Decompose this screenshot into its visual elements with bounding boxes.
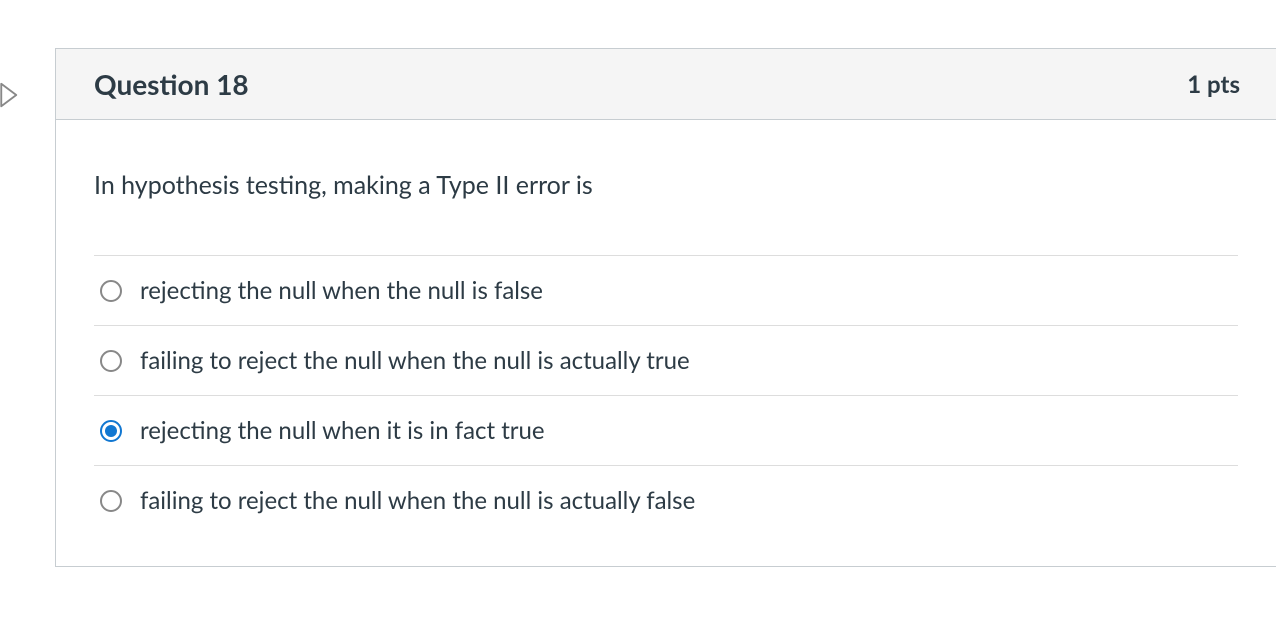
answer-option-3[interactable]: rejecting the null when it is in fact tr… <box>94 395 1238 465</box>
question-header: Question 18 1 pts <box>56 49 1276 120</box>
answer-text: failing to reject the null when the null… <box>140 346 690 375</box>
answer-option-1[interactable]: rejecting the null when the null is fals… <box>94 255 1238 325</box>
answer-text: rejecting the null when it is in fact tr… <box>140 416 545 445</box>
question-title: Question 18 <box>94 67 249 101</box>
answer-text: failing to reject the null when the null… <box>140 486 695 515</box>
answer-option-4[interactable]: failing to reject the null when the null… <box>94 465 1238 536</box>
question-body: In hypothesis testing, making a Type II … <box>56 120 1276 566</box>
answer-option-2[interactable]: failing to reject the null when the null… <box>94 325 1238 395</box>
question-prompt: In hypothesis testing, making a Type II … <box>94 170 1238 200</box>
answer-text: rejecting the null when the null is fals… <box>140 276 543 305</box>
radio-icon <box>100 420 122 442</box>
answers-list: rejecting the null when the null is fals… <box>94 255 1238 536</box>
question-points: 1 pts <box>1187 70 1240 99</box>
radio-icon <box>100 490 122 512</box>
question-card: Question 18 1 pts In hypothesis testing,… <box>55 48 1276 567</box>
next-question-arrow[interactable] <box>0 75 30 115</box>
radio-icon <box>100 350 122 372</box>
chevron-right-outline-icon <box>0 80 25 110</box>
radio-icon <box>100 280 122 302</box>
